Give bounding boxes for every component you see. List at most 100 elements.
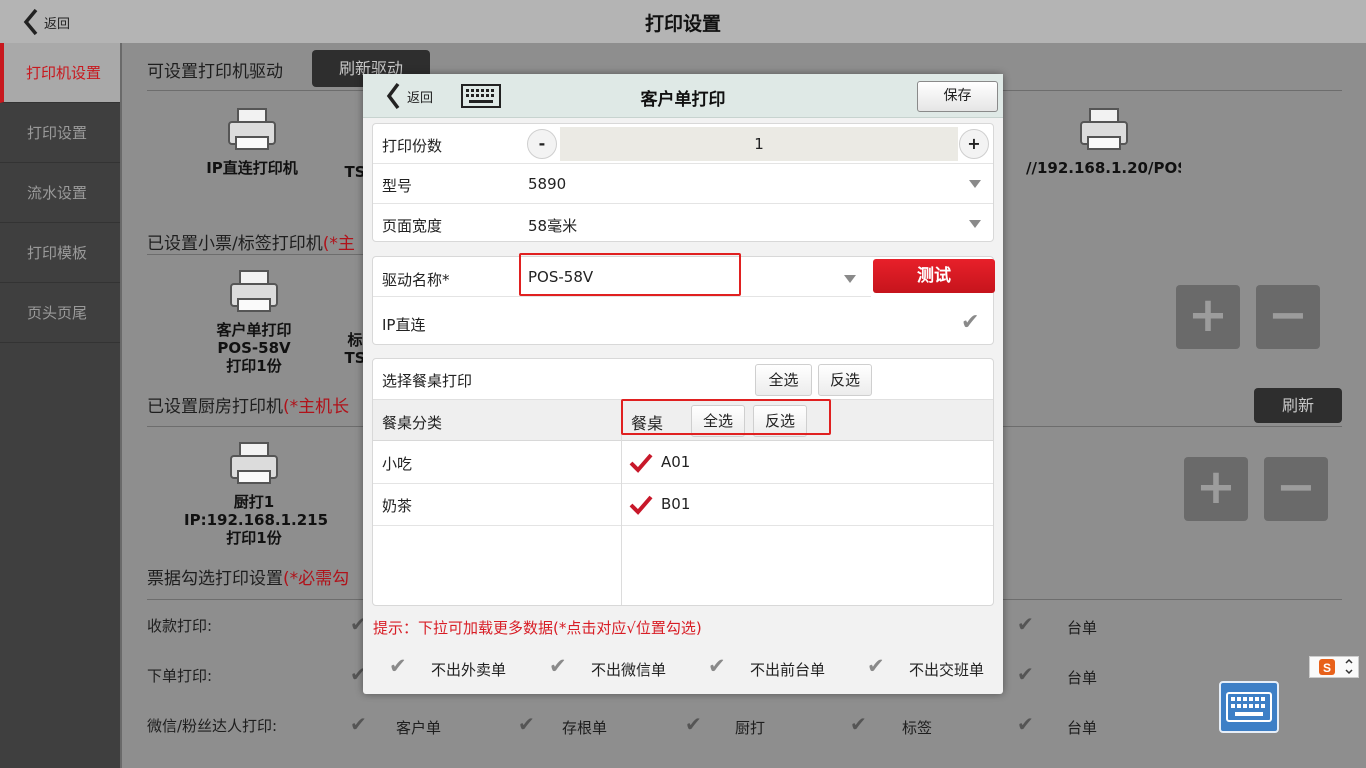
increment-button[interactable]: + <box>959 129 989 159</box>
remove-receipt-printer-button[interactable]: − <box>1256 285 1320 349</box>
drivers-section-title: 可设置打印机驱动 <box>147 62 283 82</box>
table-select-panel: 选择餐桌打印 全选 反选 餐桌分类 餐桌 全选 反选 小吃 奶茶 A01 B01 <box>372 358 994 606</box>
order-print-label: 下单打印: <box>147 667 213 685</box>
printer-icon <box>230 270 278 312</box>
page-width-row[interactable]: 页面宽度 58毫米 <box>373 204 993 244</box>
ip-direct-label: IP直连 <box>382 316 426 334</box>
kitchen-printer-card[interactable]: 厨打1 IP:192.168.1.215 打印1份 <box>184 441 328 547</box>
ime-indicator[interactable]: S <box>1309 656 1359 678</box>
receipt-title-text: 已设置小票/标签打印机 <box>147 234 323 254</box>
printer-copies: 打印1份 <box>226 357 282 375</box>
svg-text:S: S <box>1323 661 1331 675</box>
printer-icon <box>230 442 278 484</box>
check-icon[interactable]: ✔ <box>708 654 726 678</box>
remove-kitchen-printer-button[interactable]: − <box>1264 457 1328 521</box>
receipt-note: (*主 <box>322 234 355 254</box>
wechat-print-label: 微信/粉丝达人打印: <box>147 717 278 735</box>
model-select[interactable]: 5890 <box>528 175 566 193</box>
sidebar-item-print-settings[interactable]: 打印设置 <box>0 103 120 163</box>
check-icon[interactable]: ✔ <box>685 712 702 736</box>
check-icon[interactable]: ✔ <box>350 712 367 736</box>
driver-ip-printer[interactable]: IP直连打印机 <box>192 107 312 177</box>
keyboard-icon[interactable] <box>1219 681 1279 733</box>
sidebar-item-printer-settings[interactable]: 打印机设置 <box>0 43 120 103</box>
option-label: 台单 <box>1067 719 1098 737</box>
check-icon[interactable]: ✔ <box>1017 662 1034 686</box>
option-label: 不出前台单 <box>750 661 826 679</box>
check-icon[interactable]: ✔ <box>867 654 885 678</box>
divider <box>147 254 367 255</box>
copies-row: 打印份数 - 1 + <box>373 124 993 164</box>
table-label: A01 <box>661 453 691 471</box>
driver-name: IP直连打印机 <box>206 159 298 177</box>
dropdown-arrow-icon[interactable] <box>844 275 856 283</box>
option-label: 客户单 <box>396 719 442 737</box>
basic-settings-panel: 打印份数 - 1 + 型号 5890 页面宽度 58毫米 <box>372 123 994 242</box>
check-icon[interactable] <box>629 452 653 474</box>
check-icon[interactable]: ✔ <box>961 310 979 335</box>
table-select-label: 选择餐桌打印 <box>382 372 473 390</box>
printer-driver: POS-58V <box>217 339 291 357</box>
check-icon[interactable]: ✔ <box>549 654 567 678</box>
sidebar: 打印机设置 打印设置 流水设置 打印模板 页头页尾 <box>0 43 120 768</box>
ticket-note: (*必需勾 <box>283 569 350 589</box>
sidebar-item-print-template[interactable]: 打印模板 <box>0 223 120 283</box>
dialog-header: 返回 客户单打印 保存 <box>363 74 1003 118</box>
model-row[interactable]: 型号 5890 <box>373 164 993 204</box>
customer-print-dialog: 返回 客户单打印 保存 打印份数 - 1 + 型号 5890 页面宽度 58毫米… <box>363 74 1003 694</box>
save-button[interactable]: 保存 <box>917 81 998 112</box>
check-icon[interactable]: ✔ <box>389 654 407 678</box>
check-icon[interactable]: ✔ <box>1017 612 1034 636</box>
refresh-button[interactable]: 刷新 <box>1254 388 1342 423</box>
category-item[interactable]: 奶茶 <box>373 484 621 526</box>
driver-name: //192.168.1.20/POS5 <box>1026 159 1181 177</box>
category-label: 小吃 <box>382 455 413 473</box>
table-label: B01 <box>661 495 691 513</box>
sidebar-item-serial-settings[interactable]: 流水设置 <box>0 163 120 223</box>
highlight-box <box>519 253 741 296</box>
dropdown-arrow-icon[interactable] <box>969 180 981 188</box>
page-width-label: 页面宽度 <box>382 217 443 235</box>
printer-name: 客户单打印 <box>216 321 292 339</box>
option-label: 台单 <box>1067 669 1098 687</box>
ime-icon: S <box>1319 658 1353 675</box>
receipt-printer-card[interactable]: 客户单打印 POS-58V 打印1份 <box>194 269 314 375</box>
option-label: 标签 <box>902 719 933 737</box>
driver-network-printer[interactable]: //192.168.1.20/POS5 <box>1026 107 1181 177</box>
dropdown-arrow-icon[interactable] <box>969 220 981 228</box>
decrement-button[interactable]: - <box>527 129 557 159</box>
hint-text: 提示：下拉可加载更多数据(*点击对应√位置勾选) <box>373 619 702 637</box>
option-label: 存根单 <box>562 719 608 737</box>
add-kitchen-printer-button[interactable]: + <box>1184 457 1248 521</box>
printer-icon <box>1079 108 1128 150</box>
dialog-title: 客户单打印 <box>640 90 726 110</box>
printer-name: 厨打1 <box>233 493 275 511</box>
check-icon[interactable]: ✔ <box>850 712 867 736</box>
option-label: 厨打 <box>735 719 766 737</box>
select-all-button[interactable]: 全选 <box>755 364 812 396</box>
check-icon[interactable] <box>629 494 653 516</box>
copies-value[interactable]: 1 <box>560 127 958 161</box>
add-receipt-printer-button[interactable]: + <box>1176 285 1240 349</box>
ip-direct-row[interactable]: IP直连 ✔ <box>373 302 993 344</box>
ticket-title-text: 票据勾选打印设置 <box>147 569 283 589</box>
test-button[interactable]: 测试 <box>873 259 995 293</box>
top-bar: 返回 打印设置 <box>0 0 1366 43</box>
category-item[interactable]: 小吃 <box>373 442 621 484</box>
page-width-select[interactable]: 58毫米 <box>528 215 577 236</box>
check-icon[interactable]: ✔ <box>1017 712 1034 736</box>
table-item[interactable]: B01 <box>622 484 993 526</box>
receipt-section-title: 已设置小票/标签打印机(*主 <box>147 229 355 254</box>
copies-label: 打印份数 <box>382 137 443 155</box>
kitchen-note: (*主机长 <box>283 397 350 417</box>
sidebar-item-header-footer[interactable]: 页头页尾 <box>0 283 120 343</box>
category-header: 餐桌分类 <box>382 414 443 432</box>
table-item[interactable]: A01 <box>622 442 993 484</box>
check-icon[interactable]: ✔ <box>518 712 535 736</box>
printer-copies: 打印1份 <box>226 529 282 547</box>
option-label: 不出微信单 <box>591 661 667 679</box>
option-label: 不出交班单 <box>909 661 985 679</box>
invert-selection-button[interactable]: 反选 <box>818 364 872 396</box>
keyboard-glyph-icon <box>1226 692 1272 722</box>
option-label: 台单 <box>1067 619 1098 637</box>
